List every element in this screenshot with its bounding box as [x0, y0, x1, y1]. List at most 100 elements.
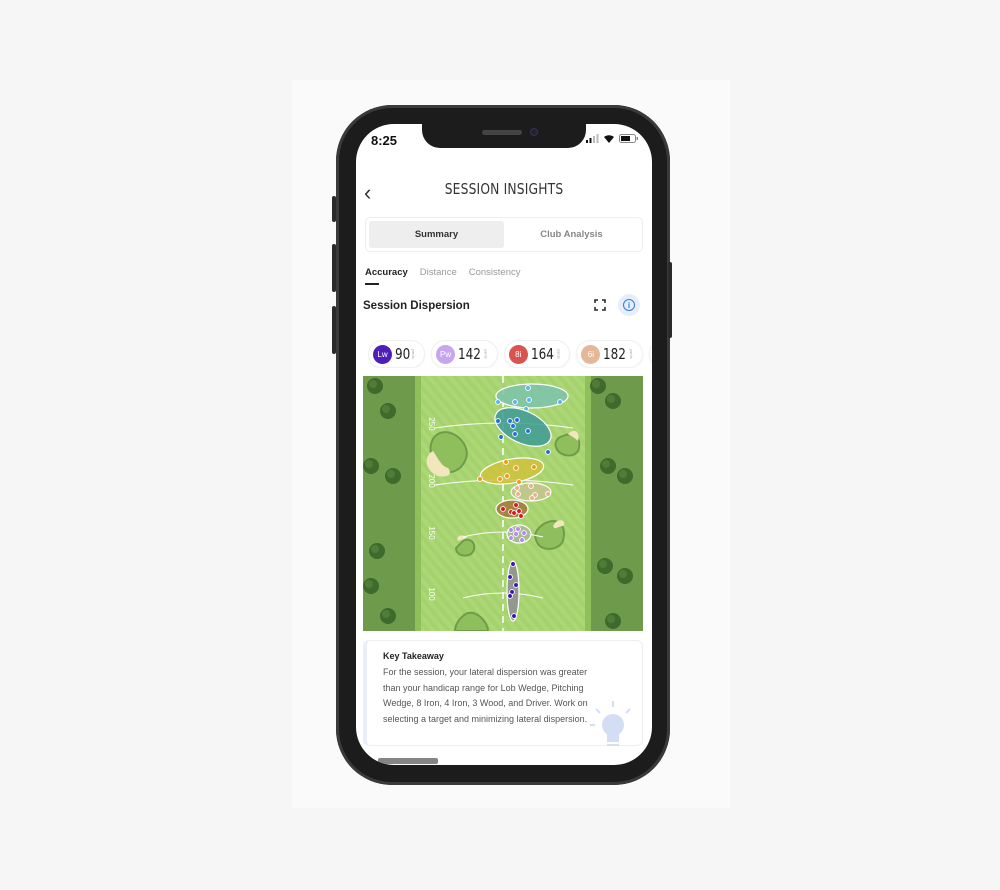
- shot-dot: [515, 526, 521, 532]
- shot-dot: [507, 574, 513, 580]
- section-title: Session Dispersion: [363, 300, 470, 312]
- info-button[interactable]: i: [618, 294, 640, 316]
- battery-icon: [619, 134, 638, 143]
- shot-dot: [497, 476, 503, 482]
- tree: [590, 378, 606, 394]
- shot-dot: [477, 476, 483, 482]
- power-button: [668, 262, 672, 338]
- dispersion-map: 250 200 150 100: [363, 376, 643, 631]
- club-yards: 182: [603, 345, 627, 363]
- shot-dot: [508, 527, 514, 533]
- tree: [617, 568, 633, 584]
- club-badge: Lw: [373, 344, 392, 364]
- shot-dot: [511, 510, 517, 516]
- shot-dot: [516, 508, 522, 514]
- shot-dot: [514, 417, 520, 423]
- key-takeaway-card: Key Takeaway For the session, your later…: [363, 640, 643, 746]
- dispersion-group[interactable]: [506, 560, 520, 622]
- mute-switch: [332, 196, 336, 222]
- tree: [597, 558, 613, 574]
- tab-club-analysis[interactable]: Club Analysis: [504, 221, 639, 248]
- shot-dot: [507, 418, 513, 424]
- tree: [369, 543, 385, 559]
- volume-up: [332, 244, 336, 292]
- next-section-title: [378, 758, 438, 764]
- shot-dot: [525, 428, 531, 434]
- shot-dot: [510, 423, 516, 429]
- shot-dot: [545, 491, 551, 497]
- club-chips: Lw90yardsPw142yards8i164yards6i182yards4…: [368, 340, 652, 368]
- shot-dot: [519, 537, 525, 543]
- notch: [422, 124, 586, 148]
- shot-dot: [521, 530, 527, 536]
- tree: [617, 468, 633, 484]
- dispersion-group[interactable]: [506, 524, 532, 544]
- subtab-consistency[interactable]: Consistency: [469, 267, 521, 278]
- club-badge: 6i: [581, 344, 601, 364]
- volume-down: [332, 306, 336, 354]
- shot-dot: [545, 449, 551, 455]
- yard-marker: 250: [427, 417, 436, 431]
- shot-dot: [495, 399, 501, 405]
- club-badge: 8i: [508, 344, 528, 364]
- back-chevron-icon[interactable]: ‹: [364, 180, 371, 206]
- subtab-accuracy[interactable]: Accuracy: [365, 267, 408, 285]
- shot-dot: [500, 506, 506, 512]
- shot-dot: [515, 491, 521, 497]
- tree: [380, 608, 396, 624]
- info-icon: i: [623, 299, 635, 311]
- shot-dot: [531, 464, 537, 470]
- yard-marker: 100: [427, 587, 436, 601]
- club-chip[interactable]: Lw 90 yards: [368, 340, 426, 368]
- takeaway-title: Key Takeaway: [383, 651, 444, 661]
- shot-dot: [512, 399, 518, 405]
- shot-dot: [513, 531, 519, 537]
- shot-dot: [514, 485, 520, 491]
- wifi-icon: [604, 135, 614, 143]
- club-unit: yards: [411, 349, 417, 359]
- club-chip[interactable]: 8i 164 yards: [503, 340, 571, 368]
- club-yards: 164: [530, 345, 554, 363]
- lightbulb-icon: [590, 701, 631, 746]
- tree: [380, 403, 396, 419]
- shot-dot: [512, 431, 518, 437]
- shot-dot: [511, 613, 517, 619]
- tree: [605, 393, 621, 409]
- status-icons: [586, 134, 638, 143]
- club-chip[interactable]: Pw 142 yards: [431, 340, 498, 368]
- shot-dot: [507, 593, 513, 599]
- dispersion-group[interactable]: [495, 499, 529, 519]
- club-unit: yards: [556, 349, 562, 359]
- yard-marker: 200: [427, 474, 436, 488]
- shot-dot: [528, 483, 534, 489]
- tree: [385, 468, 401, 484]
- shot-dot: [498, 434, 504, 440]
- tree: [363, 578, 379, 594]
- tree: [367, 378, 383, 394]
- shot-dot: [504, 473, 510, 479]
- expand-icon[interactable]: [594, 299, 606, 311]
- club-unit: yards: [483, 349, 489, 359]
- club-chip[interactable]: 4i: [649, 340, 652, 368]
- club-chip[interactable]: 6i 182 yards: [576, 340, 644, 368]
- shot-dot: [525, 385, 531, 391]
- club-yards: 142: [458, 345, 482, 363]
- shot-dot: [557, 399, 563, 405]
- shot-dot: [510, 561, 516, 567]
- shot-dot: [529, 495, 535, 501]
- segmented-control: Summary Club Analysis: [365, 217, 643, 252]
- takeaway-body: For the session, your lateral dispersion…: [383, 667, 588, 724]
- dispersion-group[interactable]: [510, 482, 552, 502]
- shot-dot: [518, 513, 524, 519]
- shot-dot: [526, 397, 532, 403]
- shot-dot: [513, 502, 519, 508]
- club-yards: 90: [395, 345, 411, 363]
- page-title: SESSION INSIGHTS: [444, 180, 564, 198]
- signal-icon: [586, 134, 599, 143]
- club-badge: Pw: [436, 344, 456, 364]
- tree: [600, 458, 616, 474]
- club-unit: yards: [629, 349, 635, 359]
- subtab-distance[interactable]: Distance: [420, 267, 457, 278]
- yard-marker: 150: [427, 526, 436, 540]
- tab-summary[interactable]: Summary: [369, 221, 504, 248]
